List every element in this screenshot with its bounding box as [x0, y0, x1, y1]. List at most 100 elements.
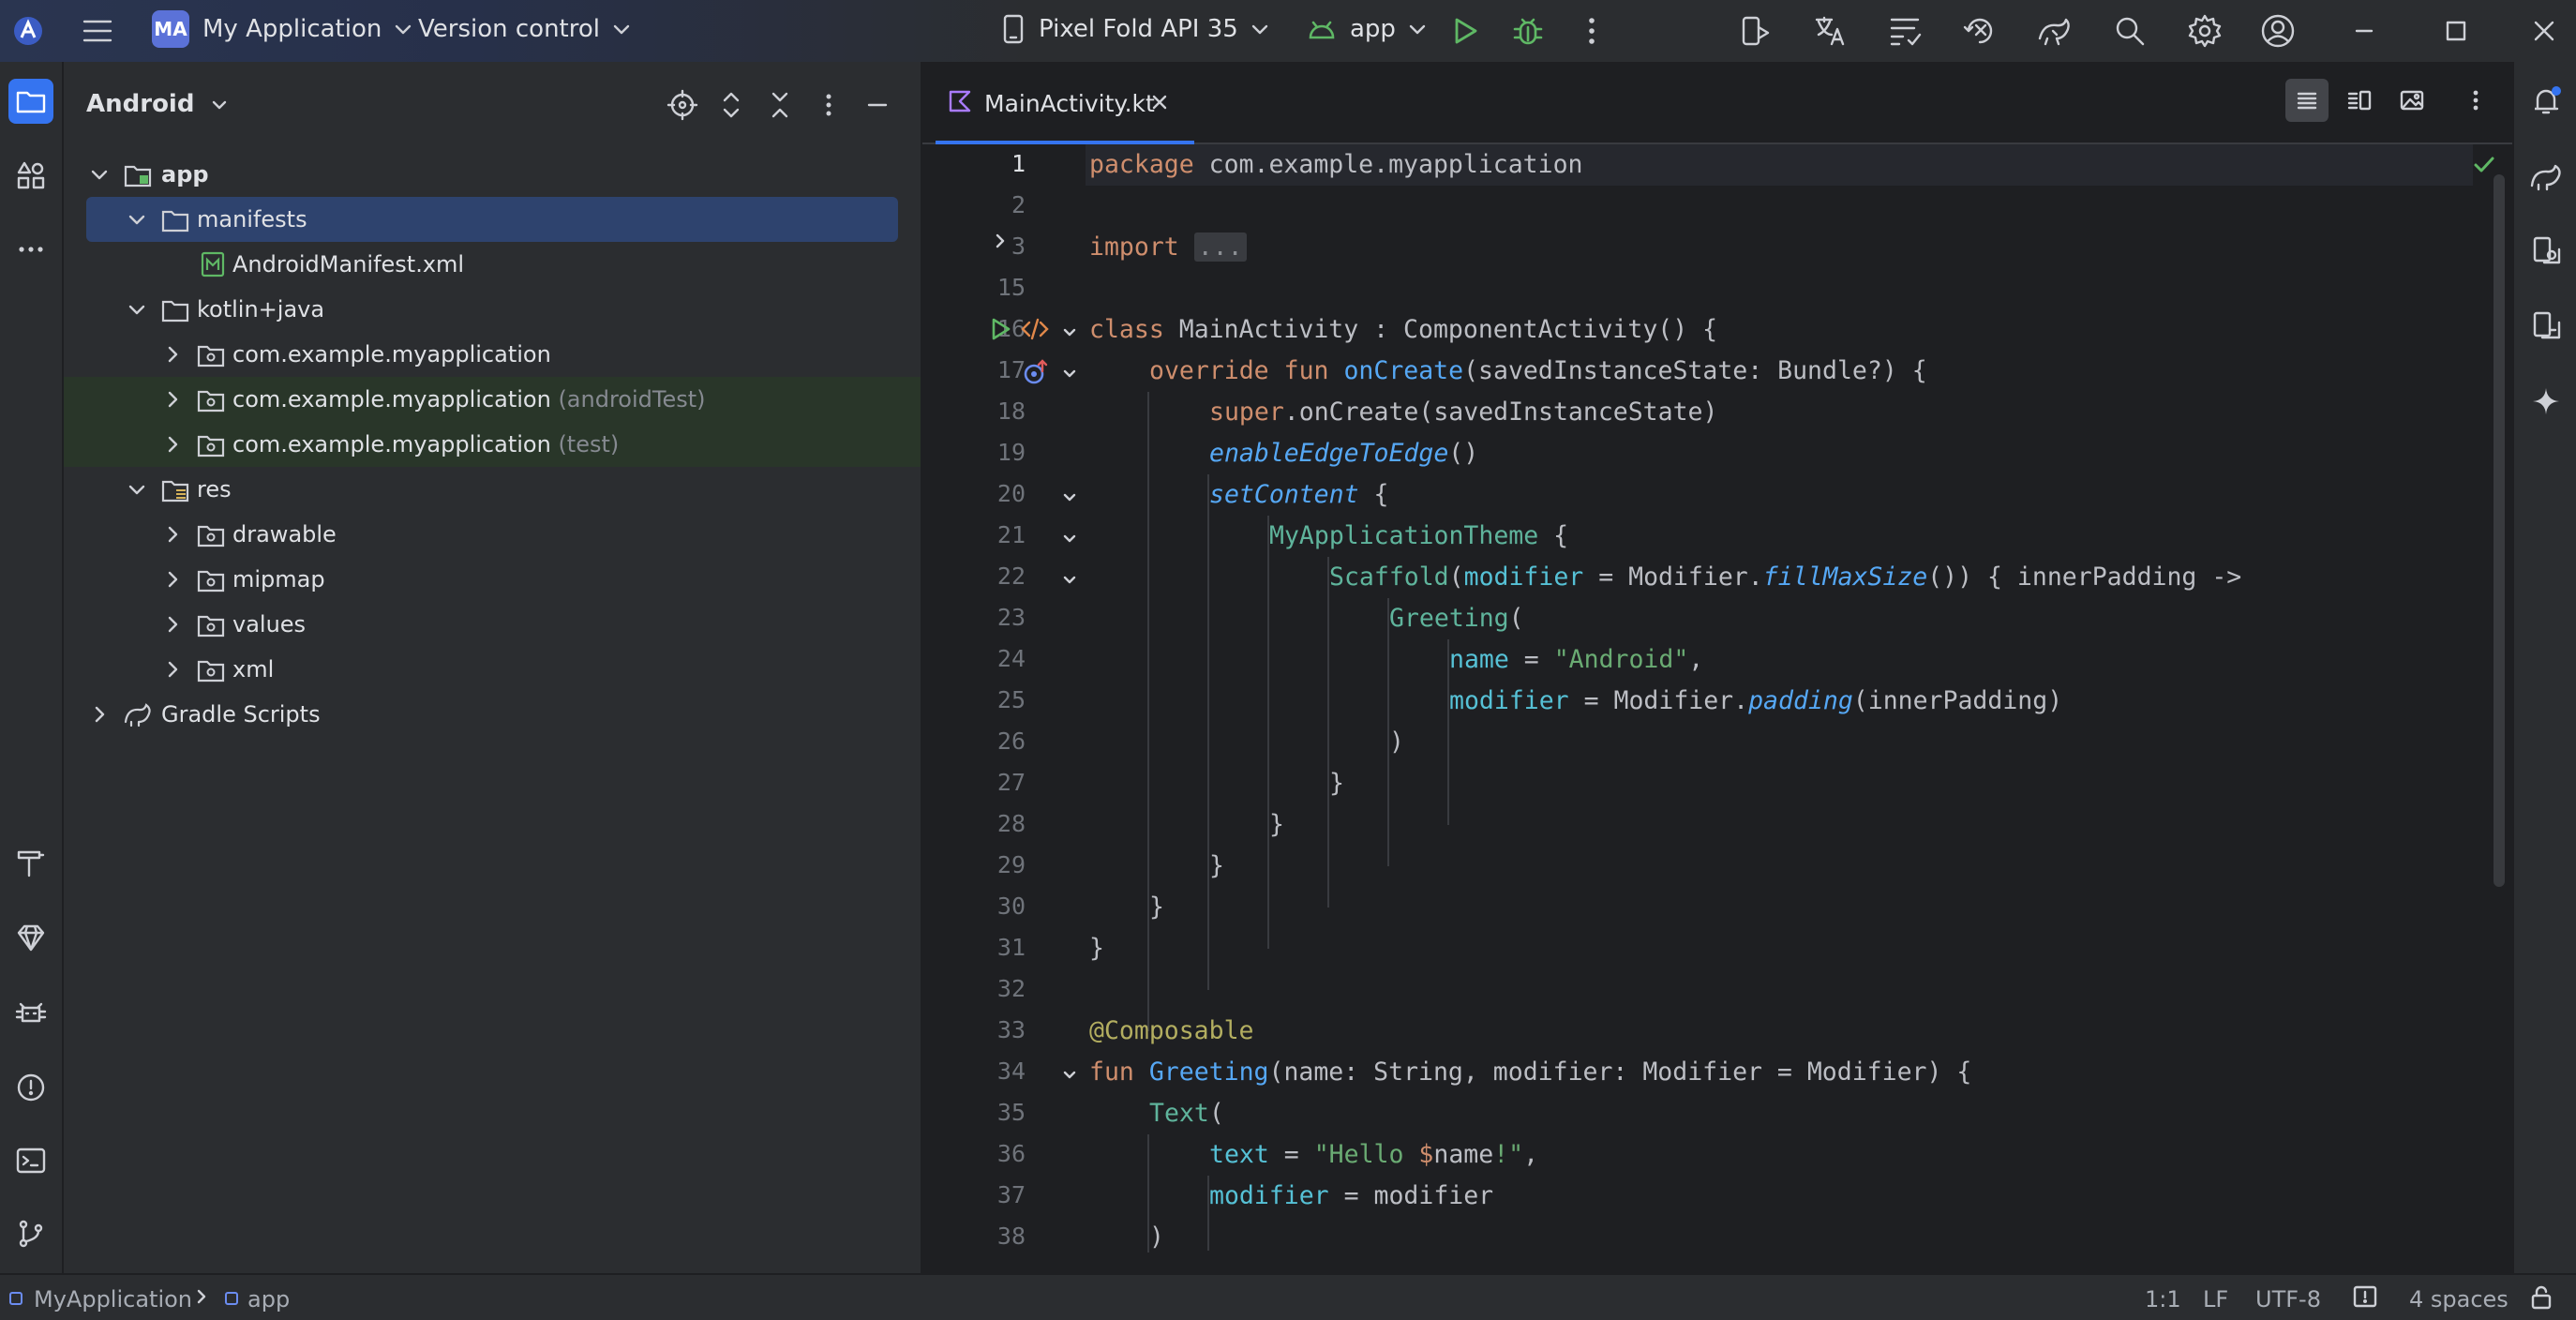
project-view-selector[interactable]: Android	[86, 90, 230, 118]
hide-panel-icon[interactable]	[861, 88, 894, 122]
read-only-indicator-icon[interactable]	[2351, 1284, 2379, 1311]
maximize-window-icon[interactable]	[2437, 12, 2475, 50]
close-window-icon[interactable]	[2525, 12, 2563, 50]
device-manager-icon[interactable]	[1736, 12, 1774, 50]
lines-icon	[2297, 92, 2317, 110]
breadcrumb-project[interactable]: MyApplication	[34, 1286, 192, 1312]
expand-all-icon[interactable]	[714, 88, 748, 122]
file-encoding[interactable]: UTF-8	[2255, 1286, 2321, 1312]
gradle-elephant-icon	[2530, 164, 2561, 191]
collapse-all-icon[interactable]	[763, 88, 797, 122]
device-explorer-tool-button[interactable]	[2524, 229, 2569, 274]
fold-collapse-icon[interactable]	[1061, 489, 1078, 506]
line-number: 27	[996, 769, 1026, 796]
lock-icon[interactable]	[2527, 1284, 2555, 1311]
diamond-icon	[17, 924, 45, 952]
tree-label: kotlin+java	[197, 296, 325, 322]
panel-options-icon[interactable]	[812, 88, 846, 122]
gemini-assets-tool-button[interactable]	[8, 915, 53, 960]
close-tab-icon[interactable]	[1149, 92, 1170, 112]
translate-icon[interactable]	[1811, 12, 1849, 50]
inspection-ok-checkmark-icon[interactable]	[2471, 152, 2497, 178]
locate-file-icon[interactable]	[666, 88, 699, 122]
tree-node-package-main[interactable]: com.example.myapplication	[64, 332, 921, 377]
code-gutter-icon[interactable]	[1020, 317, 1050, 341]
tree-node-values[interactable]: values	[64, 602, 921, 647]
code-editor[interactable]: package com.example.myapplication import…	[1086, 144, 2473, 1273]
resource-manager-tool-button[interactable]	[8, 153, 53, 198]
project-selector[interactable]: MA My Application	[152, 0, 415, 58]
fold-collapse-icon[interactable]	[1061, 1067, 1078, 1084]
indent-setting[interactable]: 4 spaces	[2409, 1286, 2509, 1312]
chevron-right-icon	[95, 706, 105, 723]
line-separator[interactable]: LF	[2203, 1286, 2228, 1312]
code-view-button[interactable]	[2285, 79, 2329, 122]
chevron-down-icon	[128, 485, 145, 495]
caret-position[interactable]: 1:1	[2145, 1286, 2181, 1312]
project-tool-button[interactable]	[8, 79, 53, 124]
problems-tool-button[interactable]	[8, 1065, 53, 1110]
version-control-label: Version control	[418, 15, 600, 43]
tree-node-package-android-test[interactable]: com.example.myapplication (androidTest)	[64, 377, 921, 422]
gemini-tool-button[interactable]	[2524, 379, 2569, 424]
tree-node-xml[interactable]: xml	[64, 647, 921, 692]
line-number: 18	[996, 398, 1026, 425]
account-icon[interactable]	[2259, 12, 2297, 50]
device-name: Pixel Fold API 35	[1039, 15, 1238, 43]
version-control-tool-button[interactable]	[8, 1211, 53, 1256]
notifications-tool-button[interactable]	[2524, 79, 2569, 124]
debug-icon[interactable]	[1509, 12, 1547, 50]
minimize-window-icon[interactable]	[2345, 12, 2383, 50]
code-line: modifier = modifier	[1209, 1181, 1494, 1210]
more-tool-windows-button[interactable]	[8, 227, 53, 272]
tree-node-kotlin-java[interactable]: kotlin+java	[64, 287, 921, 332]
more-actions-icon[interactable]	[1573, 12, 1610, 50]
running-devices-tool-button[interactable]	[2524, 304, 2569, 349]
tree-node-gradle-scripts[interactable]: Gradle Scripts	[64, 692, 921, 737]
main-menu-icon[interactable]	[79, 12, 116, 50]
terminal-tool-button[interactable]	[8, 1138, 53, 1183]
device-explorer-icon	[2533, 236, 2561, 264]
override-gutter-icon[interactable]	[1022, 358, 1050, 386]
fold-collapse-icon[interactable]	[1061, 572, 1078, 589]
tree-label: app	[161, 161, 209, 188]
fold-expand-icon[interactable]	[990, 231, 1011, 251]
tree-node-package-test[interactable]: com.example.myapplication (test)	[64, 422, 921, 467]
tree-node-mipmap[interactable]: mipmap	[64, 557, 921, 602]
tree-label: com.example.myapplication	[232, 431, 551, 458]
breadcrumb-module[interactable]: app	[247, 1286, 290, 1312]
logcat-tool-button[interactable]	[8, 990, 53, 1035]
android-studio-logo-icon[interactable]	[9, 12, 47, 50]
tree-node-app[interactable]: app	[64, 152, 921, 197]
code-style-icon[interactable]	[1886, 12, 1924, 50]
code-line: enableEdgeToEdge()	[1209, 439, 1479, 468]
search-icon[interactable]	[2111, 12, 2149, 50]
code-line: super.onCreate(savedInstanceState)	[1209, 398, 1718, 427]
gradle-sync-icon[interactable]	[2036, 12, 2074, 50]
tree-node-android-manifest[interactable]: AndroidManifest.xml	[64, 242, 921, 287]
editor-options-button[interactable]	[2454, 79, 2497, 122]
run-gutter-icon[interactable]	[986, 315, 1014, 343]
tree-node-drawable[interactable]: drawable	[64, 512, 921, 557]
split-view-button[interactable]	[2338, 79, 2381, 122]
tree-node-manifests[interactable]: manifests	[64, 197, 921, 242]
version-control-menu[interactable]: Version control	[418, 0, 634, 58]
design-view-button[interactable]	[2390, 79, 2434, 122]
app-inspection-icon[interactable]	[1961, 12, 1999, 50]
line-number: 31	[996, 934, 1026, 961]
settings-gear-icon[interactable]	[2186, 12, 2224, 50]
editor-scrollbar[interactable]	[2494, 174, 2505, 887]
project-name: My Application	[202, 15, 382, 43]
device-selector[interactable]: Pixel Fold API 35	[999, 0, 1272, 58]
tree-node-res[interactable]: res	[64, 467, 921, 512]
gradle-tool-button[interactable]	[2524, 154, 2569, 199]
run-icon[interactable]	[1445, 12, 1483, 50]
tree-label: Gradle Scripts	[161, 701, 321, 728]
fold-collapse-icon[interactable]	[1061, 366, 1078, 382]
line-number: 35	[996, 1099, 1026, 1126]
fold-collapse-icon[interactable]	[1061, 324, 1078, 341]
build-tool-button[interactable]	[8, 840, 53, 885]
run-config-selector[interactable]: app	[1305, 0, 1430, 58]
tab-mainactivity[interactable]: MainActivity.kt	[922, 62, 1194, 144]
fold-collapse-icon[interactable]	[1061, 531, 1078, 548]
